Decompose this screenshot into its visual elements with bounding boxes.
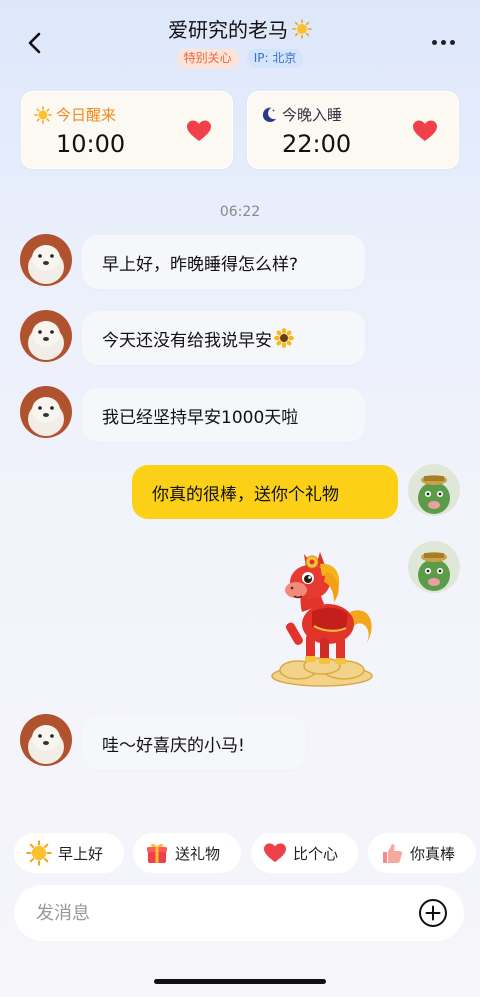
ip-location-badge: IP: 北京 bbox=[246, 49, 304, 68]
my-avatar[interactable] bbox=[408, 464, 460, 516]
my-avatar[interactable] bbox=[408, 541, 460, 593]
quick-reply-heart[interactable]: 比个心 bbox=[251, 833, 358, 873]
friend-avatar[interactable] bbox=[20, 234, 72, 286]
sleep-label: 今晚入睡 bbox=[260, 104, 342, 125]
message-text: 你真的很棒，送你个礼物 bbox=[152, 484, 339, 505]
gift-icon bbox=[147, 843, 167, 863]
home-indicator[interactable] bbox=[154, 979, 326, 984]
special-care-badge: 特别关心 bbox=[176, 49, 239, 68]
friend-avatar[interactable] bbox=[20, 386, 72, 438]
sleep-time-card[interactable]: 今晚入睡 22:00 bbox=[247, 91, 459, 169]
message-text: 早上好，昨晚睡得怎么样? bbox=[102, 254, 299, 275]
quick-reply-label: 送礼物 bbox=[175, 844, 221, 863]
heart-icon[interactable] bbox=[412, 119, 438, 143]
quick-reply-label: 早上好 bbox=[58, 844, 104, 863]
quick-reply-send-gift[interactable]: 送礼物 bbox=[133, 833, 241, 873]
contact-tags: 特别关心 IP: 北京 bbox=[0, 49, 480, 68]
friend-avatar[interactable] bbox=[20, 714, 72, 766]
moon-icon bbox=[262, 107, 277, 122]
message-bubble[interactable]: 哇～好喜庆的小马! bbox=[82, 716, 306, 770]
message-text: 哇～好喜庆的小马! bbox=[102, 735, 245, 756]
message-bubble[interactable]: 我已经坚持早安1000天啦 bbox=[82, 388, 365, 442]
message-bubble[interactable]: 早上好，昨晚睡得怎么样? bbox=[82, 235, 365, 289]
add-attachment-icon[interactable] bbox=[418, 898, 448, 928]
heart-icon[interactable] bbox=[186, 119, 212, 143]
quick-reply-label: 你真棒 bbox=[410, 844, 456, 863]
friend-avatar[interactable] bbox=[20, 310, 72, 362]
quick-reply-thumbs-up[interactable]: 你真棒 bbox=[368, 833, 476, 873]
page-title: 爱研究的老马 bbox=[168, 14, 312, 43]
contact-name: 爱研究的老马 bbox=[168, 18, 288, 42]
sun-icon bbox=[292, 18, 312, 39]
message-text: 我已经坚持早安1000天啦 bbox=[102, 407, 299, 428]
message-input-bar bbox=[14, 885, 464, 941]
quick-reply-good-morning[interactable]: 早上好 bbox=[14, 833, 124, 873]
sunflower-icon bbox=[274, 328, 294, 348]
title-block: 爱研究的老马 特别关心 IP: 北京 bbox=[0, 14, 480, 68]
sleep-time: 22:00 bbox=[282, 130, 352, 158]
more-options-icon[interactable] bbox=[432, 40, 458, 46]
my-message-bubble[interactable]: 你真的很棒，送你个礼物 bbox=[132, 465, 398, 519]
heart-icon bbox=[264, 843, 286, 863]
message-timestamp: 06:22 bbox=[219, 204, 261, 220]
horse-sticker[interactable] bbox=[262, 542, 384, 690]
message-text: 今天还没有给我说早安 bbox=[102, 330, 272, 351]
chat-header: 爱研究的老马 特别关心 IP: 北京 bbox=[0, 0, 480, 80]
wake-label-text: 今日醒来 bbox=[56, 106, 117, 124]
quick-reply-label: 比个心 bbox=[293, 844, 339, 863]
wake-time-card[interactable]: 今日醒来 10:00 bbox=[21, 91, 233, 169]
message-bubble[interactable]: 今天还没有给我说早安 bbox=[82, 311, 365, 365]
wake-label: 今日醒来 bbox=[34, 104, 116, 125]
sun-icon bbox=[34, 105, 52, 124]
sun-icon bbox=[26, 840, 52, 866]
sleep-label-text: 今晚入睡 bbox=[282, 106, 343, 124]
message-input[interactable] bbox=[36, 898, 396, 928]
wake-time: 10:00 bbox=[56, 130, 126, 158]
thumbs-up-icon bbox=[383, 844, 403, 863]
